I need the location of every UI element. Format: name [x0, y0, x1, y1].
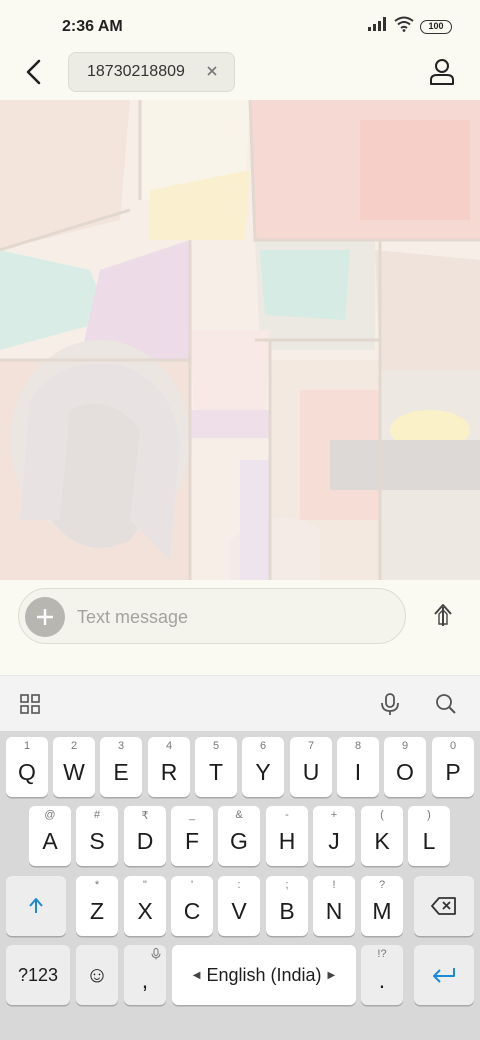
signal-icon: [368, 17, 388, 36]
status-icons: 100: [368, 16, 452, 37]
attach-button[interactable]: [25, 597, 65, 637]
key-e[interactable]: 3E: [100, 737, 142, 797]
search-button[interactable]: [432, 690, 460, 718]
key-g[interactable]: & G: [218, 806, 260, 866]
key-r[interactable]: 4R: [148, 737, 190, 797]
enter-icon: [433, 968, 455, 983]
key-k[interactable]: (K: [361, 806, 403, 866]
status-time: 2:36 AM: [62, 18, 123, 35]
recipient-chip[interactable]: 18730218809: [68, 52, 235, 92]
key-p[interactable]: 0P: [432, 737, 474, 797]
microphone-icon: [381, 693, 399, 715]
key-d[interactable]: ₹ D: [124, 806, 166, 866]
microphone-small-icon: [151, 948, 161, 960]
key-x[interactable]: " X: [124, 876, 166, 936]
search-icon: [436, 694, 456, 714]
space-language-label: English (India): [206, 964, 322, 985]
backspace-icon: [431, 897, 456, 915]
battery-icon: 100: [420, 19, 452, 34]
key-j[interactable]: + J: [313, 806, 355, 866]
space-key[interactable]: ◀ English (India) ▶: [172, 945, 356, 1005]
send-button[interactable]: [426, 598, 460, 632]
shift-key[interactable]: [6, 876, 66, 936]
keyboard-toolbar: [0, 675, 480, 731]
key-u[interactable]: 7U: [290, 737, 332, 797]
key-i[interactable]: 8I: [337, 737, 379, 797]
key-f[interactable]: _ F: [171, 806, 213, 866]
key-l[interactable]: ) L: [408, 806, 450, 866]
compose-bar: Text message: [0, 580, 480, 675]
key-o[interactable]: 9O: [384, 737, 426, 797]
symbols-key[interactable]: ?123: [6, 945, 70, 1005]
person-icon: [430, 59, 454, 85]
apps-grid-icon: [20, 694, 40, 714]
contact-button[interactable]: [426, 56, 458, 88]
emoji-key[interactable]: ☺: [76, 945, 118, 1005]
period-key[interactable]: !? .: [361, 945, 403, 1005]
key-m[interactable]: ? M: [361, 876, 403, 936]
key-t[interactable]: 5T: [195, 737, 237, 797]
back-arrow-icon: [26, 59, 41, 85]
key-s[interactable]: # S: [76, 806, 118, 866]
shift-icon: [29, 898, 43, 913]
key-y[interactable]: 6Y: [242, 737, 284, 797]
key-h[interactable]: -H: [266, 806, 308, 866]
plus-icon: [37, 609, 53, 625]
key-w[interactable]: 2W: [53, 737, 95, 797]
enter-key[interactable]: [414, 945, 474, 1005]
message-input[interactable]: Text message: [18, 588, 406, 644]
comma-key[interactable]: ,: [124, 945, 166, 1005]
backspace-key[interactable]: [414, 876, 474, 936]
close-icon[interactable]: [204, 63, 220, 79]
back-button[interactable]: [18, 56, 50, 88]
key-v[interactable]: :V: [218, 876, 260, 936]
wifi-icon: [394, 16, 414, 37]
key-z[interactable]: * Z: [76, 876, 118, 936]
keyboard: 1Q 2W 3E 4R 5T 6Y 7U 8I 9O 0P @ A # S ₹ D _…: [0, 731, 480, 1040]
apps-grid-button[interactable]: [16, 690, 44, 718]
key-q[interactable]: 1Q: [6, 737, 48, 797]
message-placeholder: Text message: [77, 607, 189, 627]
send-arrow-icon: [434, 604, 452, 626]
status-bar: 2:36 AM 100: [0, 0, 480, 50]
recipient-number: 18730218809: [87, 63, 185, 80]
key-c[interactable]: ' C: [171, 876, 213, 936]
chat-wallpaper: [0, 100, 480, 580]
voice-input-button[interactable]: [376, 690, 404, 718]
key-a[interactable]: @ A: [29, 806, 71, 866]
conversation-header: 18730218809: [0, 50, 480, 100]
key-b[interactable]: ; B: [266, 876, 308, 936]
key-n[interactable]: ! N: [313, 876, 355, 936]
